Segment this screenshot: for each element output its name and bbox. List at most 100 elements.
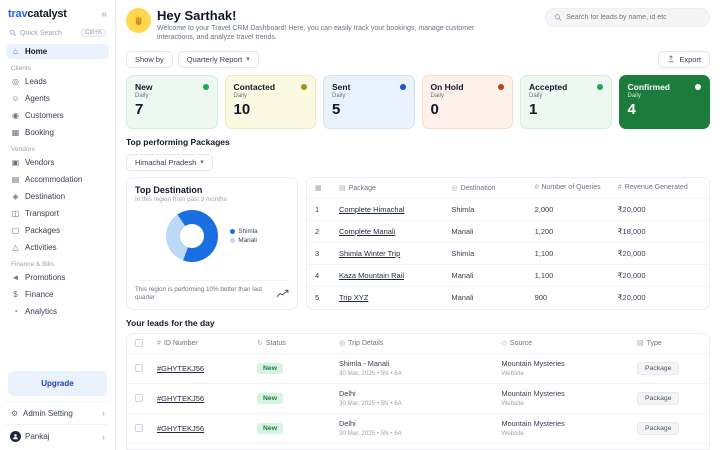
admin-setting-row[interactable]: ⚙ Admin Setting › (6, 401, 109, 424)
destination-icon: ◈ (11, 192, 20, 201)
quick-search[interactable]: Quick Search Ctrl+K (6, 26, 109, 40)
trip-cell: Shimla - Manali30 Mar, 2025 • 5N • 6A (339, 359, 502, 377)
row-checkbox[interactable] (135, 424, 143, 432)
row-checkbox[interactable] (135, 364, 143, 372)
row-index: 5 (315, 293, 339, 302)
lead-id-link[interactable]: #GHYTEKJ56 (157, 364, 257, 373)
sidebar-item-customers[interactable]: ◉ Customers (6, 108, 109, 123)
admin-setting-label: Admin Setting (23, 409, 73, 418)
lead-search[interactable] (545, 8, 710, 27)
cell-queries: 1,200 (535, 227, 618, 236)
customers-icon: ◉ (11, 111, 20, 120)
sidebar-item-booking[interactable]: ▦ Booking (6, 125, 109, 140)
report-filter-label: Quarterly Report (187, 55, 242, 64)
profile-row[interactable]: Pankaj › (6, 424, 109, 448)
col-revenue: #Revenue Generated (618, 184, 701, 191)
donut-legend: Shimla Manali (230, 226, 257, 246)
sidebar-item-accommodation[interactable]: ▤ Accommodation (6, 172, 109, 187)
cell-revenue: ₹20,000 (618, 271, 701, 280)
col-id: #ID Number (157, 340, 257, 347)
package-link[interactable]: Shimla Winter Trip (339, 249, 451, 258)
status-dot (301, 84, 307, 90)
package-link[interactable]: Trip XYZ (339, 293, 451, 302)
package-link[interactable]: Kaza Mountain Rail (339, 271, 451, 280)
destination-col-icon: ◎ (451, 185, 457, 192)
stat-card-new[interactable]: New Daily 7 (126, 75, 218, 129)
stat-card-on-hold[interactable]: On Hold Daily 0 (422, 75, 514, 129)
wave-hand-icon (126, 8, 151, 33)
col-queries: #Number of Queries (535, 184, 618, 191)
sidebar-item-destination[interactable]: ◈ Destination (6, 189, 109, 204)
sidebar-item-activities[interactable]: △ Activities (6, 240, 109, 255)
lead-id-link[interactable]: #GHYTEKJ56 (157, 394, 257, 403)
stat-value: 5 (332, 101, 406, 118)
status-col-icon: ↻ (257, 340, 263, 347)
export-button[interactable]: Export (658, 51, 710, 68)
show-by-button[interactable]: Show by (126, 51, 173, 68)
top-destination-card: Top Destination In this region from past… (126, 177, 298, 310)
stat-card-accepted[interactable]: Accepted Daily 1 (520, 75, 612, 129)
sidebar-item-label: Promotions (25, 273, 65, 282)
region-filter-dropdown[interactable]: Himachal Pradesh ▾ (126, 154, 213, 171)
upgrade-button[interactable]: Upgrade (8, 371, 107, 396)
sidebar-item-label: Booking (25, 128, 54, 137)
destination-note: This region is performing 10% better tha… (135, 280, 289, 302)
sidebar-item-leads[interactable]: ◎ Leads (6, 74, 109, 89)
legend-dot (230, 229, 235, 234)
row-index: 1 (315, 205, 339, 214)
promotions-icon: ◄ (11, 273, 20, 282)
cell-queries: 900 (535, 293, 618, 302)
page-header: Hey Sarthak! Welcome to your Travel CRM … (126, 8, 710, 43)
packages-section-title: Top performing Packages (126, 137, 710, 147)
logo-part-trav: trav (8, 8, 27, 20)
hash-icon: # (618, 184, 622, 191)
lead-id-link[interactable]: #GHYTEKJ56 (157, 424, 257, 433)
region-filter-label: Himachal Pradesh (135, 158, 196, 167)
search-input[interactable] (566, 14, 701, 21)
stat-period: Daily (529, 93, 603, 99)
leads-table-header: #ID Number ↻Status ◎Trip Details ◇Source… (127, 334, 709, 354)
stat-period: Daily (135, 93, 209, 99)
section-label-finance: Finance & Bills (6, 256, 109, 269)
stat-card-sent[interactable]: Sent Daily 5 (323, 75, 415, 129)
sidebar-item-packages[interactable]: ▢ Packages (6, 223, 109, 238)
agents-icon: ☺ (11, 94, 20, 103)
packages-table-header: ▦ ▤Package ◎Destination #Number of Queri… (307, 178, 709, 199)
row-checkbox[interactable] (135, 394, 143, 402)
top-destination-donut (166, 210, 218, 262)
page-subtitle: Welcome to your Travel CRM Dashboard! He… (157, 24, 492, 43)
cell-destination: Manali (451, 227, 534, 236)
package-link[interactable]: Complete Manali (339, 227, 451, 236)
accommodation-icon: ▤ (11, 175, 20, 184)
hash-icon: # (535, 184, 539, 191)
show-by-label: Show by (135, 55, 164, 64)
col-status: ↻Status (257, 339, 339, 347)
report-filter-dropdown[interactable]: Quarterly Report ▾ (178, 51, 259, 68)
stat-card-contacted[interactable]: Contacted Daily 10 (225, 75, 317, 129)
col-source: ◇Source (502, 339, 637, 347)
select-all-checkbox[interactable] (135, 339, 143, 347)
package-link[interactable]: Complete Himachal (339, 205, 451, 214)
stat-label: Sent (332, 82, 350, 92)
sidebar-item-transport[interactable]: ◫ Transport (6, 206, 109, 221)
sidebar-item-analytics[interactable]: ◔ Analytics (6, 304, 109, 319)
cell-queries: 1,100 (535, 271, 618, 280)
cell-revenue: ₹18,000 (618, 227, 701, 236)
home-icon: ⌂ (11, 47, 20, 56)
stat-card-confirmed[interactable]: Confirmed Daily 4 (619, 75, 711, 129)
legend-dot (230, 238, 235, 243)
sidebar-item-label: Packages (25, 226, 60, 235)
sidebar-collapse-icon[interactable]: « (101, 9, 107, 20)
sidebar-item-vendors[interactable]: ▣ Vendors (6, 155, 109, 170)
legend-item-shimla: Shimla (230, 228, 257, 235)
status-badge: New (257, 363, 283, 374)
destination-note-text: This region is performing 10% better tha… (135, 286, 271, 302)
hash-icon: # (157, 340, 161, 347)
sidebar-item-promotions[interactable]: ◄ Promotions (6, 270, 109, 285)
sidebar-item-agents[interactable]: ☺ Agents (6, 91, 109, 106)
type-cell: Package (637, 362, 701, 375)
trip-col-icon: ◎ (339, 340, 345, 347)
sidebar-item-finance[interactable]: $ Finance (6, 287, 109, 302)
logo-part-catalyst: catalyst (27, 8, 66, 20)
sidebar-item-home[interactable]: ⌂ Home (6, 44, 109, 59)
